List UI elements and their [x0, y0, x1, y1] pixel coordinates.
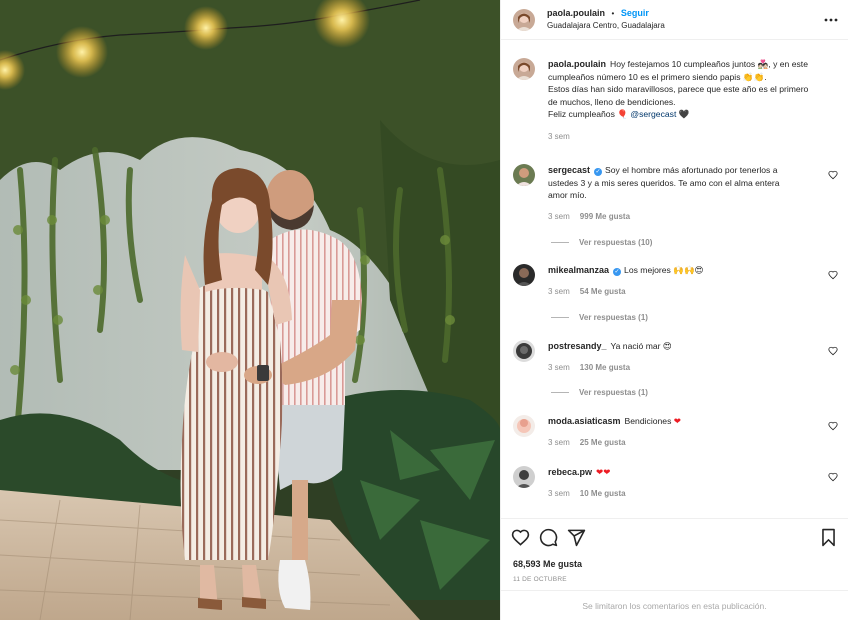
commenter-username[interactable]: mikealmanzaa	[548, 265, 609, 275]
commenter-avatar[interactable]	[513, 264, 535, 286]
post-location[interactable]: Guadalajara Centro, Guadalajara	[547, 20, 665, 32]
comment-icon[interactable]	[539, 528, 558, 547]
commenter-username[interactable]: rebeca.pw	[548, 467, 592, 477]
comment-likes[interactable]: 54 Me gusta	[580, 287, 626, 296]
comment-line: Los mejores 🙌🙌😍	[624, 265, 704, 275]
post-actions: 68,593 Me gusta 11 DE OCTUBRE Se limitar…	[501, 518, 848, 620]
share-icon[interactable]	[567, 528, 586, 547]
red-heart-emoji: ❤❤	[596, 467, 611, 477]
caption-line: Feliz cumpleaños 🎈	[548, 109, 631, 119]
comment-meta: 3 sem 25 Me gusta	[548, 438, 840, 447]
comment-meta: 3 sem 999 Me gusta	[548, 212, 840, 221]
commenter-avatar[interactable]	[513, 340, 535, 362]
view-replies-label: Ver respuestas (1)	[579, 388, 648, 397]
action-bar	[511, 528, 838, 548]
comment-text: mikealmanzaa ✓ Los mejores 🙌🙌😍	[548, 264, 822, 277]
caption-meta: 3 sem	[548, 132, 840, 141]
header-meta: paola.poulain • Seguir Guadalajara Centr…	[547, 7, 665, 32]
comments-list[interactable]: paola.poulain Hoy festejamos 10 cumpleaño…	[501, 52, 848, 514]
caption-avatar[interactable]	[513, 58, 535, 80]
comment: mikealmanzaa ✓ Los mejores 🙌🙌😍 3 sem 54 Me …	[513, 264, 840, 296]
caption-line: Estos días han sido maravillosos, parece…	[548, 84, 809, 94]
comment-text: moda.asiaticasm Bendiciones ❤	[548, 415, 822, 428]
caption-line: de muchos, lleno de bendiciones.	[548, 96, 676, 107]
comment-heart-icon[interactable]	[828, 472, 838, 482]
mention-link[interactable]: @sergecast	[630, 109, 676, 119]
post-side-panel: paola.poulain • Seguir Guadalajara Centr…	[500, 0, 848, 620]
comment-meta: 3 sem 10 Me gusta	[548, 489, 840, 498]
post-header: paola.poulain • Seguir Guadalajara Centr…	[501, 0, 848, 40]
comment-heart-icon[interactable]	[828, 421, 838, 431]
comment-text: sergecast ✓ Soy el hombre más afortunado p…	[548, 164, 822, 202]
comment-line: Soy el hombre más afortunado por tenerlo…	[605, 165, 778, 175]
caption-time[interactable]: 3 sem	[548, 132, 570, 141]
comment-meta: 3 sem 54 Me gusta	[548, 287, 840, 296]
separator-dot: •	[611, 9, 615, 18]
comment-line: ustedes 3 y a mis seres queridos. Te amo…	[548, 177, 780, 188]
comment-heart-icon[interactable]	[828, 346, 838, 356]
follow-button[interactable]: Seguir	[621, 8, 649, 18]
comment-meta: 3 sem 130 Me gusta	[548, 363, 840, 372]
caption-line: cumpleaños número 10 es el primero siend…	[548, 71, 767, 82]
comment-time[interactable]: 3 sem	[548, 287, 570, 296]
view-replies-button[interactable]: Ver respuestas (10)	[551, 238, 652, 247]
post-photo[interactable]	[0, 0, 500, 620]
view-replies-button[interactable]: Ver respuestas (1)	[551, 313, 648, 322]
comment-line: Bendiciones	[624, 416, 674, 426]
commenter-username[interactable]: postresandy_	[548, 341, 607, 351]
bookmark-icon[interactable]	[819, 528, 838, 547]
caption: paola.poulain Hoy festejamos 10 cumpleaño…	[513, 58, 840, 141]
comment-time[interactable]: 3 sem	[548, 489, 570, 498]
comment: rebeca.pw ❤❤ 3 sem 10 Me gusta	[513, 466, 840, 498]
couple-photo-image	[0, 0, 500, 620]
author-username[interactable]: paola.poulain	[547, 8, 605, 18]
post-date[interactable]: 11 DE OCTUBRE	[513, 576, 567, 583]
instagram-post: paola.poulain • Seguir Guadalajara Centr…	[0, 0, 848, 620]
comment-line: Ya nació mar 😍	[610, 341, 672, 351]
comment-line: amor mío.	[548, 190, 587, 200]
comment-heart-icon[interactable]	[828, 170, 838, 180]
view-replies-label: Ver respuestas (1)	[579, 313, 648, 322]
replies-divider	[551, 317, 569, 318]
red-heart-emoji: ❤	[673, 416, 681, 426]
comment: sergecast ✓ Soy el hombre más afortunado p…	[513, 164, 840, 221]
more-horizontal-icon[interactable]	[824, 14, 838, 26]
comment: postresandy_ Ya nació mar 😍 3 sem 130 Me g…	[513, 340, 840, 372]
commenter-avatar[interactable]	[513, 466, 535, 488]
caption-line: Hoy festejamos 10 cumpleaños juntos 💑🏻, …	[610, 59, 808, 69]
author-avatar[interactable]	[513, 8, 535, 31]
view-replies-label: Ver respuestas (10)	[579, 238, 653, 247]
commenter-username[interactable]: sergecast	[548, 165, 590, 175]
comment-time[interactable]: 3 sem	[548, 363, 570, 372]
caption-line-end: 🖤	[676, 109, 690, 119]
comment-time[interactable]: 3 sem	[548, 438, 570, 447]
verified-badge-icon: ✓	[613, 268, 622, 276]
caption-text: paola.poulain Hoy festejamos 10 cumpleaño…	[548, 58, 822, 121]
view-replies-button[interactable]: Ver respuestas (1)	[551, 388, 648, 397]
comment-likes[interactable]: 25 Me gusta	[580, 438, 626, 447]
comment-text: postresandy_ Ya nació mar 😍	[548, 340, 822, 353]
comment-likes[interactable]: 999 Me gusta	[580, 212, 630, 221]
comment-heart-icon[interactable]	[828, 270, 838, 280]
comment: moda.asiaticasm Bendiciones ❤ 3 sem 25 Me …	[513, 415, 840, 447]
comment-likes[interactable]: 130 Me gusta	[580, 363, 630, 372]
comment-time[interactable]: 3 sem	[548, 212, 570, 221]
likes-count[interactable]: 68,593 Me gusta	[513, 559, 582, 569]
comment-likes[interactable]: 10 Me gusta	[580, 489, 626, 498]
commenter-avatar[interactable]	[513, 415, 535, 437]
commenter-avatar[interactable]	[513, 164, 535, 186]
verified-badge-icon: ✓	[594, 168, 603, 176]
replies-divider	[551, 392, 569, 393]
heart-icon[interactable]	[511, 528, 530, 547]
comments-limited-notice: Se limitaron los comentarios en esta pub…	[501, 590, 848, 620]
commenter-username[interactable]: moda.asiaticasm	[548, 416, 621, 426]
replies-divider	[551, 242, 569, 243]
caption-username[interactable]: paola.poulain	[548, 59, 606, 69]
comment-text: rebeca.pw ❤❤	[548, 466, 822, 479]
